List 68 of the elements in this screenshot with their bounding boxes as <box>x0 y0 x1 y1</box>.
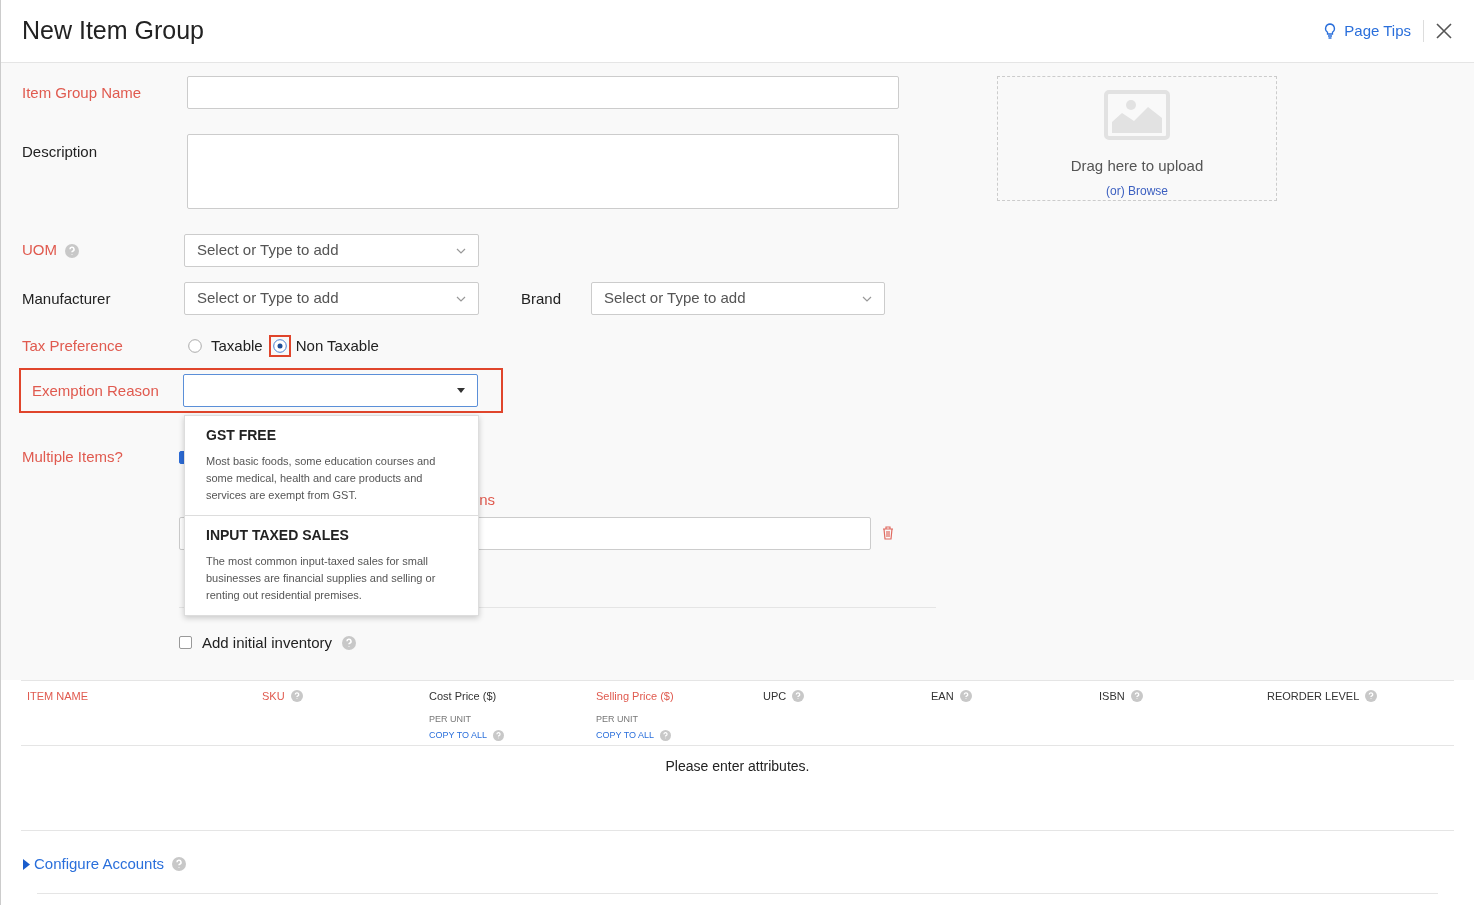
help-icon[interactable] <box>660 730 672 742</box>
chevron-down-icon <box>456 247 466 254</box>
page-tips-link[interactable]: Page Tips <box>1324 19 1411 43</box>
field-label: Manufacturer <box>22 289 111 307</box>
page-title: New Item Group <box>22 15 204 47</box>
browse-link[interactable]: Browse <box>1128 183 1168 198</box>
field-label: Tax Preference <box>22 337 123 354</box>
column-header: ITEM NAME <box>27 689 89 704</box>
radio-button[interactable] <box>272 339 287 353</box>
image-upload-area[interactable]: Drag here to upload (or) Browse <box>997 76 1277 201</box>
select-field[interactable]: Select or Type to add <box>591 282 885 315</box>
select-placeholder: Select or Type to add <box>197 240 339 261</box>
copy-to-all-link[interactable]: COPY TO ALL <box>429 729 488 743</box>
empty-message: Please enter attributes. <box>665 757 810 776</box>
upload-text: Drag here to upload <box>1070 156 1204 176</box>
help-icon[interactable] <box>959 690 972 703</box>
attribute-label: ns <box>479 490 495 510</box>
field-label: Brand <box>521 289 562 307</box>
field-label: Multiple Items? <box>22 448 123 465</box>
chevron-down-icon <box>456 295 466 302</box>
column-header: Selling Price ($) <box>596 689 674 704</box>
help-icon[interactable] <box>1130 690 1143 703</box>
help-icon[interactable] <box>65 243 79 258</box>
field-label: Exemption Reason <box>32 381 159 399</box>
field-label: UOM <box>22 240 57 261</box>
radio-button[interactable] <box>188 339 202 353</box>
checkbox[interactable] <box>179 636 192 650</box>
help-icon[interactable] <box>290 690 303 703</box>
lightbulb-icon <box>1324 23 1337 39</box>
help-icon[interactable] <box>342 635 357 650</box>
field-label: Item Group Name <box>22 83 142 101</box>
trash-icon[interactable] <box>882 526 894 540</box>
column-header: REORDER LEVEL <box>1267 689 1360 704</box>
upload-prefix: (or) <box>1106 183 1125 198</box>
column-subheader: PER UNIT <box>429 712 472 726</box>
select-placeholder: Select or Type to add <box>604 288 746 309</box>
select-field[interactable]: Select or Type to add <box>184 282 479 315</box>
column-header: UPC <box>763 689 787 704</box>
checkbox-label: Add initial inventory <box>202 632 333 653</box>
chevron-down-icon <box>862 295 872 302</box>
radio-label: Non Taxable <box>295 335 379 356</box>
select-field[interactable] <box>183 374 478 407</box>
textarea-field[interactable] <box>187 134 899 209</box>
help-icon[interactable] <box>1365 690 1378 703</box>
configure-accounts-link[interactable]: Configure Accounts <box>23 853 165 876</box>
column-header: Cost Price ($) <box>429 689 497 704</box>
option-description: The most common input-taxed sales for small businesses are financial supplies and selling or renting out residential premises. <box>206 554 437 603</box>
column-header: ISBN <box>1099 689 1125 704</box>
dropdown-option[interactable]: GST FREE Most basic foods, some education courses and some medical, health and care products and services are exempt from GST. <box>185 416 478 515</box>
close-icon[interactable] <box>1436 23 1452 39</box>
help-icon[interactable] <box>493 730 505 742</box>
copy-to-all-link[interactable]: COPY TO ALL <box>596 729 655 743</box>
caret-down-icon <box>457 388 465 393</box>
help-icon[interactable] <box>792 690 805 703</box>
select-placeholder: Select or Type to add <box>197 288 339 309</box>
text-input[interactable] <box>187 76 899 109</box>
help-icon[interactable] <box>172 857 187 872</box>
column-header: EAN <box>931 689 954 704</box>
field-label: Description <box>22 143 98 160</box>
option-title: GST FREE <box>206 426 277 445</box>
option-title: INPUT TAXED SALES <box>206 526 350 545</box>
column-header: SKU <box>262 689 285 704</box>
caret-right-icon <box>23 858 30 870</box>
select-field[interactable]: Select or Type to add <box>184 234 479 267</box>
option-description: Most basic foods, some education courses and some medical, health and care products and services are exempt from GST. <box>206 454 437 503</box>
column-subheader: PER UNIT <box>596 712 639 726</box>
dropdown-option[interactable]: INPUT TAXED SALES The most common input-taxed sales for small businesses are financial supplies and selling or renting out residential premises. <box>185 515 478 615</box>
radio-label: Taxable <box>211 335 263 356</box>
